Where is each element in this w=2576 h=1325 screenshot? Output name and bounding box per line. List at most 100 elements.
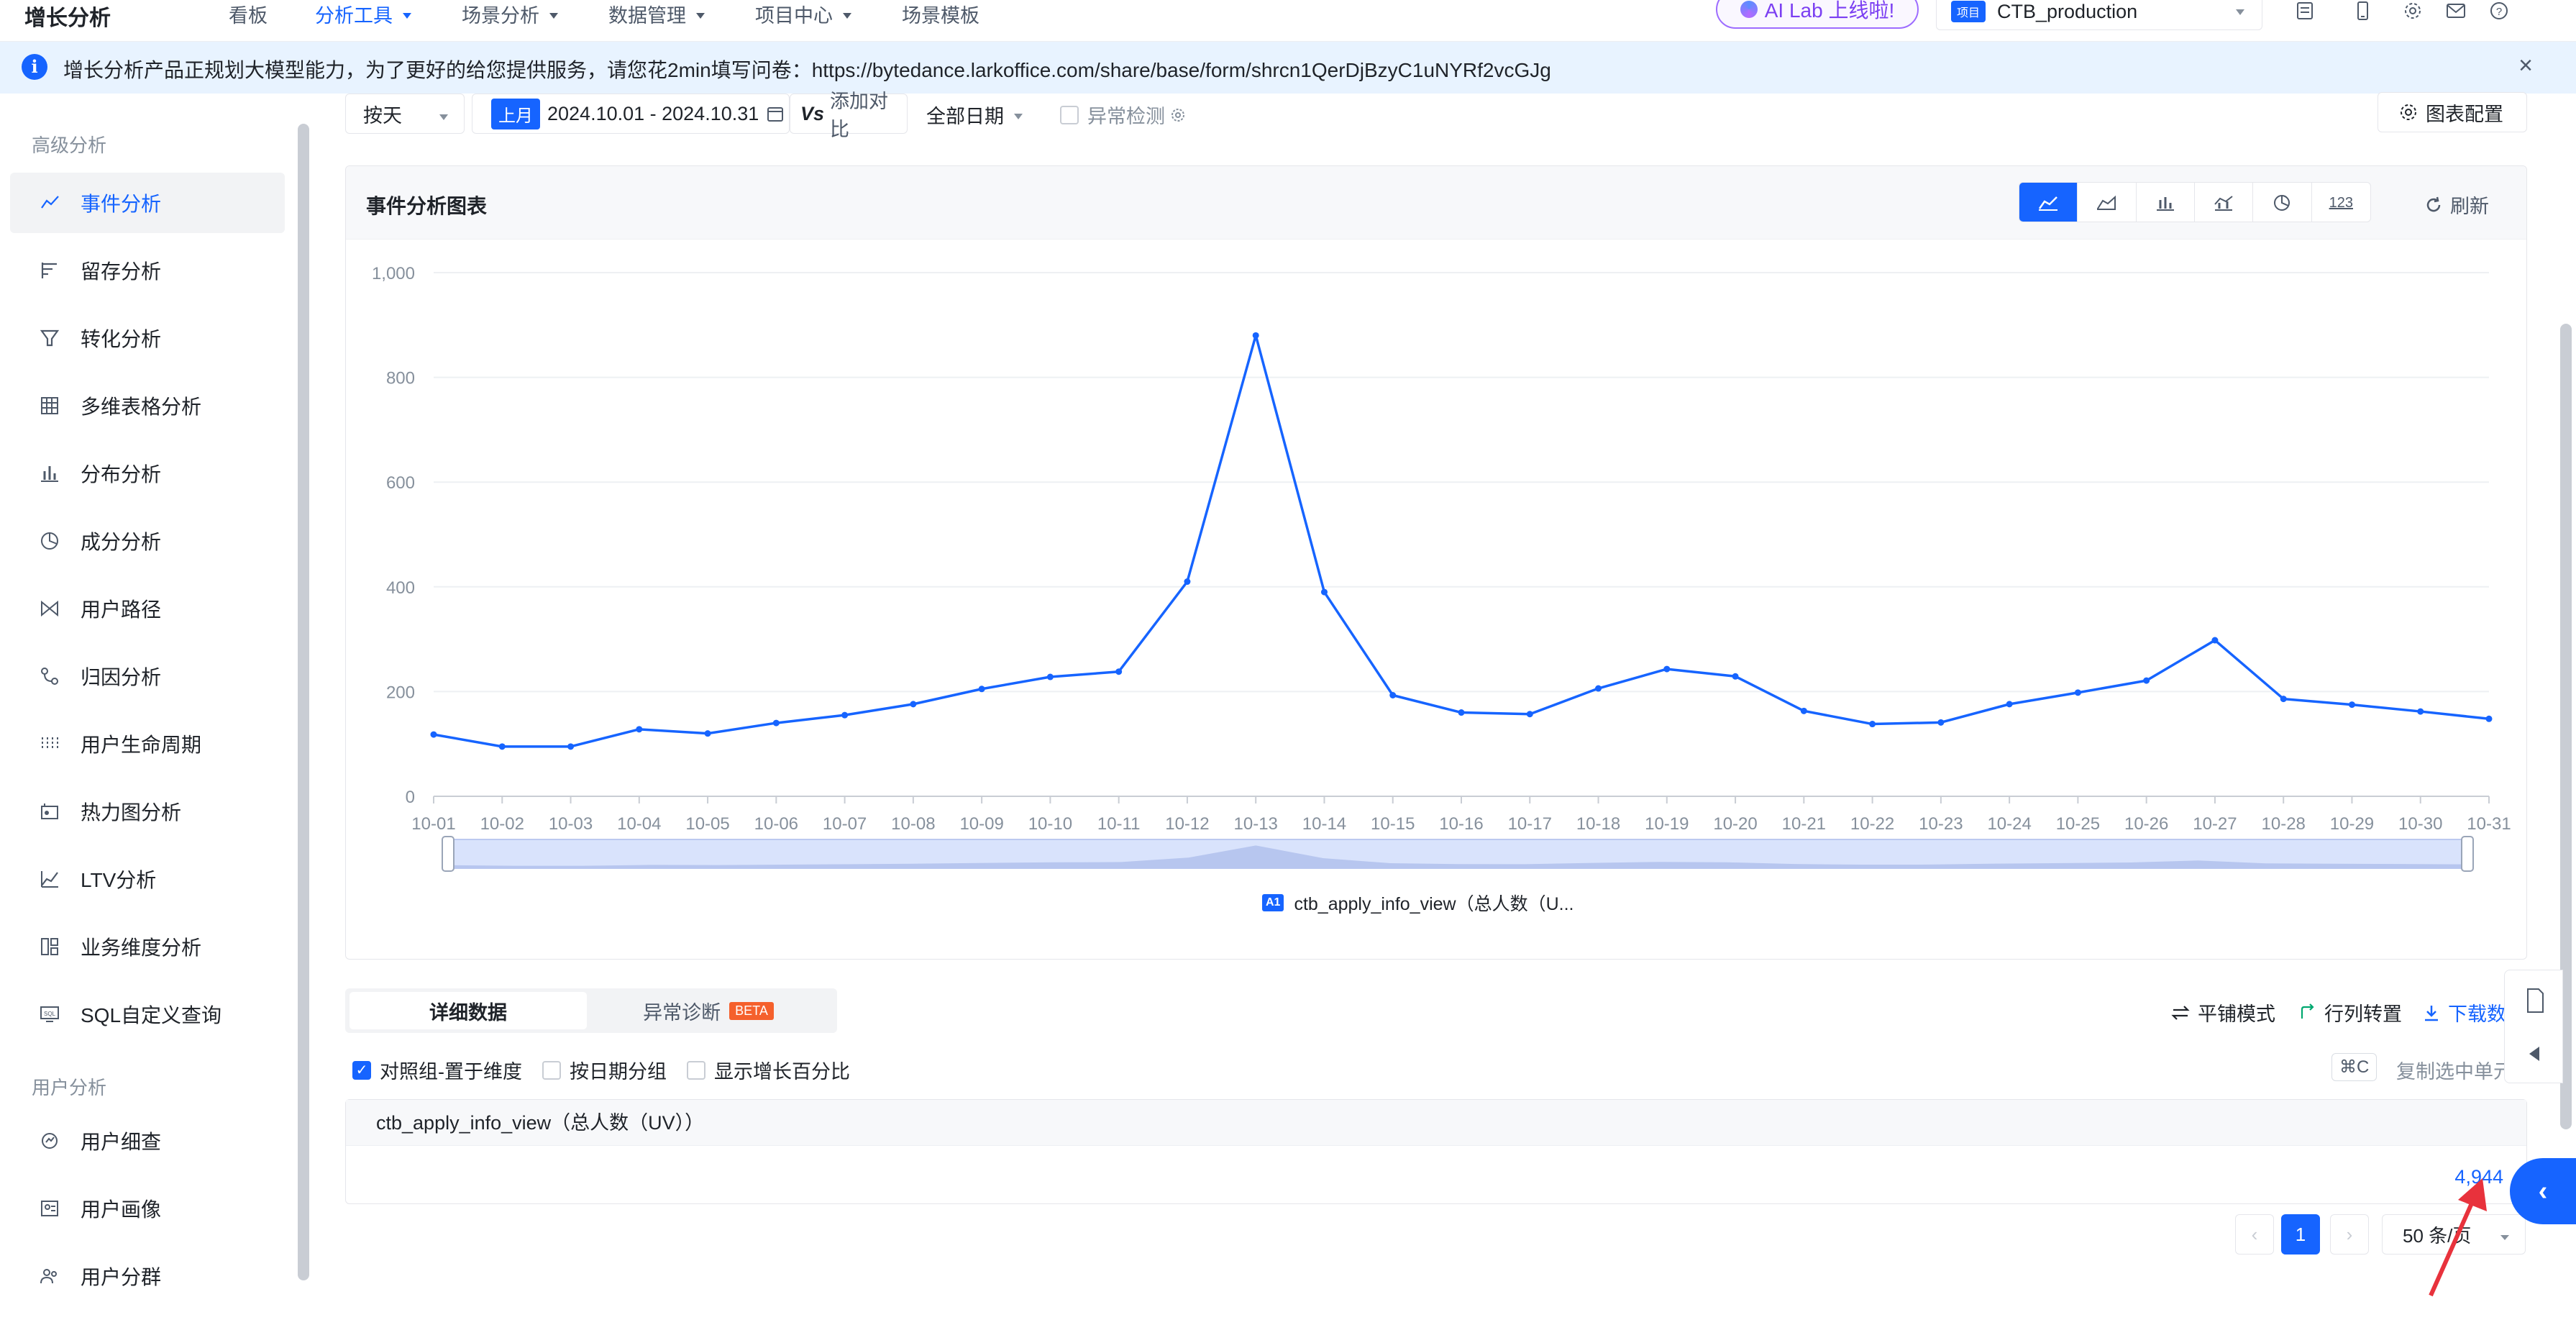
data-point[interactable] [1800,707,1807,714]
chart-legend[interactable]: A1 ctb_apply_info_view（总人数（U... [1262,890,1574,916]
data-point[interactable] [1389,691,1397,698]
data-point[interactable] [1526,711,1533,718]
data-point[interactable] [2143,677,2150,684]
data-point[interactable] [1937,719,1945,726]
data-point[interactable] [2417,708,2424,715]
series-line[interactable] [433,334,2490,748]
data-point[interactable] [704,730,711,737]
sidebar-item[interactable]: 成分分析 [10,511,285,571]
data-point[interactable] [1046,673,1054,680]
sidebar-item[interactable]: 用户细查 [10,1111,285,1171]
line-chart-icon[interactable] [2019,183,2078,222]
pie-chart-icon[interactable] [2253,183,2312,222]
checkbox-checked[interactable]: ✓ [352,1060,371,1080]
banner-text[interactable]: 增长分析产品正规划大模型能力，为了更好的给您提供服务，请您花2min填写问卷：h… [63,55,1551,83]
data-point[interactable] [841,711,849,719]
help-icon[interactable]: ? [2488,1,2510,20]
sidebar-item[interactable]: LTV分析 [10,849,285,909]
nav-project-center[interactable]: 项目中心 [755,0,851,28]
chart-config-button[interactable]: 图表配置 [2378,92,2527,132]
data-point[interactable] [2280,696,2287,703]
zoom-handle-left[interactable] [442,836,455,872]
nav-scenario-analysis[interactable]: 场景分析 [462,0,558,28]
sidebar-item[interactable]: 事件分析 [10,173,285,233]
refresh-button[interactable]: 刷新 [2424,191,2489,219]
sidebar-item[interactable]: 用户画像 [10,1178,285,1239]
data-point[interactable] [1184,578,1191,586]
nav-data-management[interactable]: 数据管理 [608,0,705,28]
sidebar-item[interactable]: 用户路径 [10,578,285,639]
date-range-picker[interactable]: 上月 2024.10.01 - 2024.10.31 [472,94,790,134]
data-point[interactable] [1595,685,1602,692]
checkbox[interactable] [542,1060,561,1080]
tile-mode-button[interactable]: 平铺模式 [2170,998,2275,1026]
tile-mode-label: 平铺模式 [2198,1003,2275,1025]
zoom-handle-right[interactable] [2461,836,2474,872]
sidebar-item[interactable]: 转化分析 [10,308,285,368]
next-page-button[interactable]: › [2330,1214,2369,1255]
attribution-icon [39,665,60,687]
expand-panel-button[interactable]: ‹ [2510,1158,2576,1224]
granularity-select[interactable]: 按天 [345,94,465,134]
sidebar-item[interactable]: 留存分析 [10,240,285,301]
mobile-icon[interactable] [2352,1,2373,20]
anomaly-detect-checkbox[interactable]: 异常检测 [1060,101,1187,129]
data-point[interactable] [2074,689,2081,696]
sidebar-item[interactable]: 多维表格分析 [10,375,285,436]
sidebar-item[interactable]: 分布分析 [10,443,285,504]
copy-selected-cells[interactable]: 复制选中单元 [2396,1056,2513,1084]
data-point[interactable] [1732,673,1739,680]
add-compare-button[interactable]: Vs 添加对比 [790,91,908,140]
sidebar-item[interactable]: 业务维度分析 [10,916,285,977]
all-dates-select[interactable]: 全部日期 [926,101,1023,129]
close-icon[interactable]: × [2518,52,2533,80]
sidebar-scrollbar[interactable] [298,124,309,1280]
data-point[interactable] [1320,588,1328,596]
nav-dashboard[interactable]: 看板 [229,0,268,28]
prev-page-button[interactable]: ‹ [2235,1214,2274,1255]
data-point[interactable] [2006,701,2013,708]
data-point[interactable] [430,731,437,738]
settings-gear-icon[interactable] [2402,1,2424,20]
data-point[interactable] [978,686,985,693]
sidebar-item[interactable]: 用户生命周期 [10,714,285,774]
project-selector[interactable]: 项目 CTB_production [1936,0,2262,30]
download-button[interactable]: 下载数 [2422,998,2506,1026]
data-point[interactable] [498,743,506,750]
data-point[interactable] [1869,721,1876,728]
transpose-button[interactable]: 行列转置 [2298,998,2402,1026]
mail-icon[interactable] [2445,1,2467,20]
nav-scenario-templates[interactable]: 场景模板 [902,0,979,28]
data-point[interactable] [1252,332,1259,339]
sidebar-item[interactable]: SQL SQL自定义查询 [10,984,285,1044]
data-point[interactable] [636,726,643,733]
data-point[interactable] [2485,715,2493,722]
data-point[interactable] [1663,665,1671,673]
sidebar-item[interactable]: 用户分群 [10,1246,285,1306]
tab-detail-data[interactable]: 详细数据 [350,992,587,1029]
data-point[interactable] [1115,668,1123,675]
page-number-button[interactable]: 1 [2281,1214,2320,1255]
bar-chart-icon[interactable] [2137,183,2195,222]
sidebar-item[interactable]: 归因分析 [10,646,285,706]
number-icon[interactable]: 123 [2312,183,2370,222]
tab-anomaly-diagnosis[interactable]: 异常诊断 BETA [590,992,827,1029]
brand-logo[interactable]: 增长分析 [24,0,111,32]
checkbox[interactable] [687,1060,705,1080]
collapse-left-icon[interactable] [2521,1039,2549,1068]
data-point[interactable] [772,719,780,727]
sidebar-item[interactable]: 热力图分析 [10,781,285,842]
task-list-icon[interactable] [2294,1,2316,20]
combo-chart-icon[interactable] [2195,183,2254,222]
area-chart-icon[interactable] [2078,183,2137,222]
nav-analysis-tools[interactable]: 分析工具 [315,0,411,28]
ai-lab-button[interactable]: AI Lab 上线啦! [1716,0,1919,29]
data-point[interactable] [910,701,917,708]
data-point[interactable] [1458,709,1465,716]
document-icon[interactable] [2521,986,2549,1015]
checkbox[interactable] [1060,105,1079,124]
data-point[interactable] [567,743,575,750]
table-column-header[interactable]: ctb_apply_info_view（总人数（UV）） [346,1100,2526,1146]
data-point[interactable] [2211,637,2219,644]
data-point[interactable] [2348,701,2355,709]
